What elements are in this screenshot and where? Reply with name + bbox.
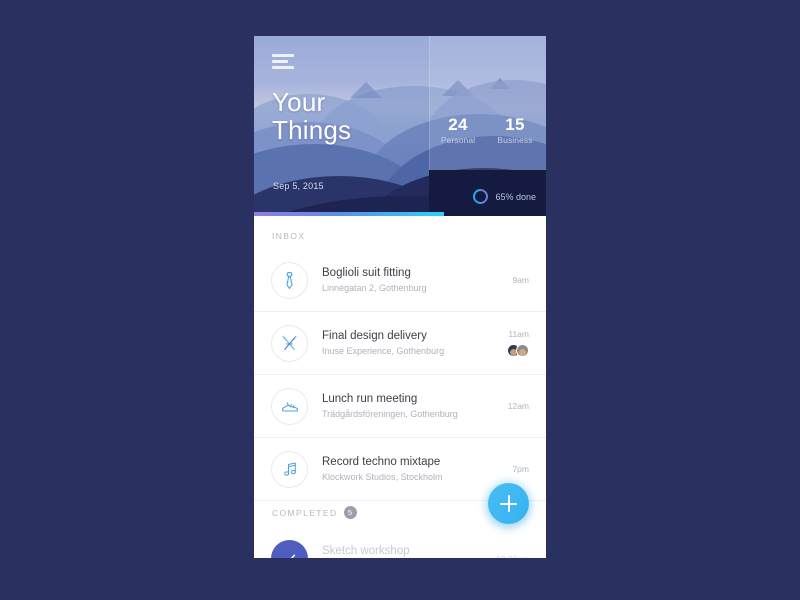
task-time: 9am — [512, 275, 529, 285]
stat-business-label: Business — [497, 135, 533, 145]
stat-personal-value: 24 — [448, 115, 468, 134]
phone-card: Your Things Sep 5, 2015 24 Personal 15 B… — [254, 36, 546, 558]
table-row[interactable]: Final design delivery Inuse Experience, … — [254, 312, 546, 375]
task-title: Sketch workshop — [322, 545, 410, 557]
task-time: 12.30am — [496, 554, 529, 559]
row-text: Record techno mixtape Klockwork Studios,… — [322, 455, 512, 484]
task-location: Klockwork Studios, Stockholm — [322, 471, 443, 482]
progress-text: 65% done — [495, 191, 536, 202]
stat-business-value: 15 — [505, 115, 525, 134]
task-title: Boglioli suit fitting — [322, 266, 411, 279]
task-title: Record techno mixtape — [322, 455, 441, 468]
avatar-group[interactable] — [507, 344, 529, 357]
task-time: 11am — [508, 329, 529, 339]
table-row[interactable]: Lunch run meeting Trädgårdsföreningen, G… — [254, 375, 546, 438]
row-text: Lunch run meeting Trädgårdsföreningen, G… — [322, 392, 508, 421]
hero-header: Your Things Sep 5, 2015 24 Personal 15 B… — [254, 36, 546, 216]
progress-ring-icon — [470, 186, 492, 207]
hamburger-icon[interactable] — [272, 54, 294, 69]
section-label-inbox: INBOX — [272, 231, 306, 241]
completed-label-text: COMPLETED — [272, 507, 338, 518]
task-time: 7pm — [512, 464, 529, 474]
progress-readout: 65% done — [470, 186, 536, 207]
task-location: Inuse Experience, Gothenburg — [322, 345, 445, 356]
completed-count-badge: 5 — [343, 506, 357, 519]
avatar — [516, 344, 529, 357]
stat-business[interactable]: 15 Business — [489, 115, 541, 146]
task-location: Trädgårdsföreningen, Gothenburg — [322, 408, 458, 419]
hamburger-line — [272, 60, 288, 63]
task-location: Linnégatan 2, Gothenburg — [322, 282, 427, 293]
plus-icon — [500, 495, 517, 512]
stat-personal-label: Personal — [440, 135, 476, 145]
crossed-pencils-icon — [271, 324, 308, 362]
hamburger-line — [272, 66, 294, 69]
task-title: Lunch run meeting — [322, 392, 418, 405]
task-title: Final design delivery — [322, 329, 427, 342]
page-title: Your Things — [272, 88, 351, 144]
mountain-peak — [350, 82, 382, 98]
tie-icon — [271, 261, 308, 299]
row-meta: 7pm — [512, 464, 529, 474]
row-text: Boglioli suit fitting Linnégatan 2, Goth… — [322, 266, 512, 295]
stat-personal[interactable]: 24 Personal — [432, 115, 484, 146]
check-circle-icon[interactable] — [271, 540, 308, 558]
hamburger-line — [272, 54, 294, 57]
stats-group: 24 Personal 15 Business — [429, 36, 546, 170]
header-date: Sep 5, 2015 — [273, 181, 324, 191]
music-note-icon — [271, 450, 308, 488]
sneaker-icon — [271, 387, 308, 425]
row-text: Sketch workshop Inuse Experience, Gothen… — [322, 544, 496, 558]
row-meta: 11am — [507, 329, 529, 357]
add-task-fab[interactable] — [488, 483, 529, 524]
app-background: Your Things Sep 5, 2015 24 Personal 15 B… — [0, 0, 800, 600]
table-row[interactable]: Sketch workshop Inuse Experience, Gothen… — [254, 527, 546, 558]
page-title-line-2: Things — [272, 115, 352, 145]
row-text: Final design delivery Inuse Experience, … — [322, 329, 507, 358]
row-meta: 12am — [508, 401, 529, 411]
page-title-line-1: Your — [272, 87, 326, 117]
table-row[interactable]: Boglioli suit fitting Linnégatan 2, Goth… — [254, 249, 546, 312]
row-meta: 9am — [512, 275, 529, 285]
task-time: 12am — [507, 401, 529, 411]
row-meta: 12.30am — [496, 554, 529, 559]
